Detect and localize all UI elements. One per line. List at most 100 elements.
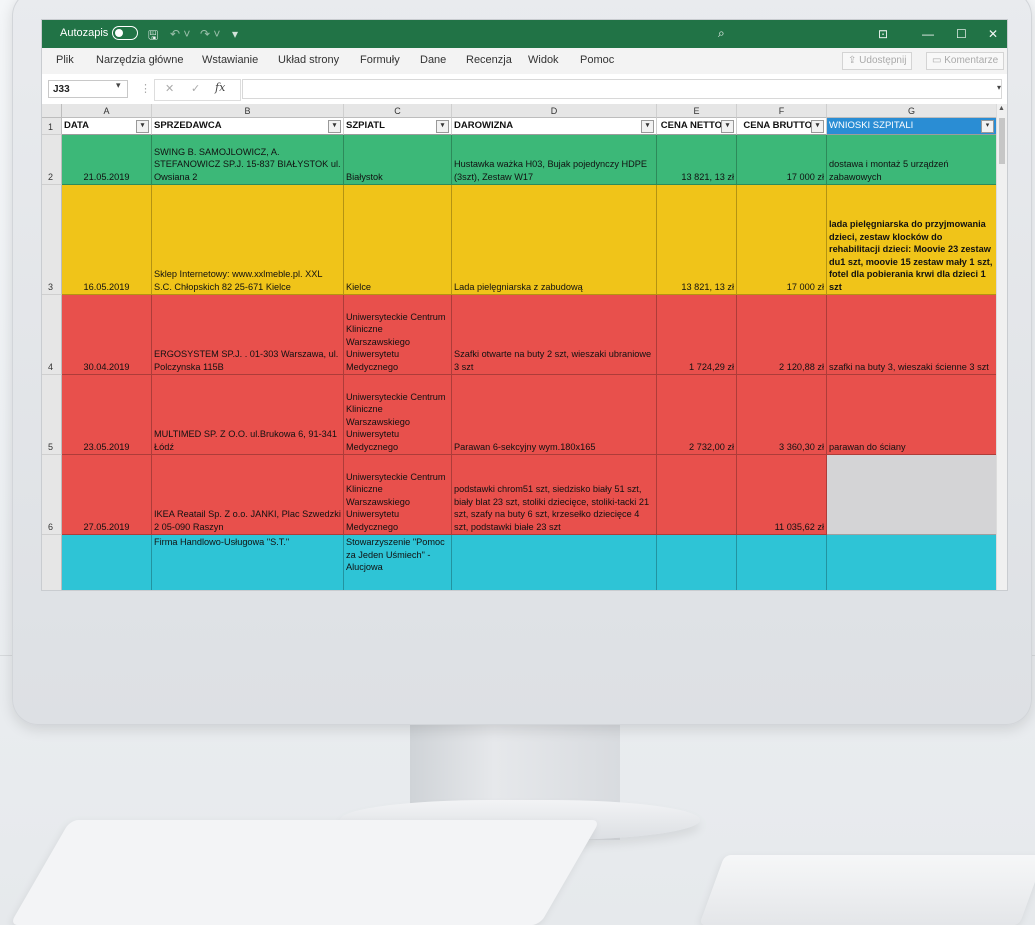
cell-date[interactable]: 23.05.2019: [62, 375, 152, 455]
cell-net-price[interactable]: 2 732,00 zł: [657, 375, 737, 455]
cell-date[interactable]: [62, 535, 152, 590]
cell-seller[interactable]: MULTIMED SP. Z O.O. ul.Brukowa 6, 91-341…: [152, 375, 344, 455]
cell-gross-price[interactable]: 11 035,62 zł: [737, 455, 827, 535]
undo-icon[interactable]: ↶ ˅: [170, 27, 190, 41]
row-header[interactable]: 1: [42, 118, 62, 135]
cell-date[interactable]: 16.05.2019: [62, 185, 152, 295]
cell-date[interactable]: 27.05.2019: [62, 455, 152, 535]
column-header-g[interactable]: G: [827, 104, 997, 118]
expand-formula-icon[interactable]: ▾: [997, 83, 1001, 92]
cell-donation[interactable]: Lada pielęgniarska z zabudową: [452, 185, 657, 295]
cell-gross-price[interactable]: [737, 535, 827, 590]
cell-net-price[interactable]: [657, 535, 737, 590]
header-darowizna[interactable]: DAROWIZNA ▾: [452, 118, 657, 135]
header-wnioski-szpitali[interactable]: WNIOSKI SZPITALI ▾: [827, 118, 997, 135]
cell-donation[interactable]: Szafki otwarte na buty 2 szt, wieszaki u…: [452, 295, 657, 375]
cell-requests[interactable]: [827, 455, 997, 535]
cell-hospital[interactable]: Uniwersyteckie Centrum Kliniczne Warszaw…: [344, 455, 452, 535]
filter-dropdown-icon[interactable]: ▾: [721, 120, 734, 133]
cancel-icon[interactable]: ✕: [165, 82, 174, 95]
minimize-icon[interactable]: —: [922, 27, 934, 41]
column-header-e[interactable]: E: [657, 104, 737, 118]
cell-requests[interactable]: lada pielęgniarska do przyjmowania dziec…: [827, 185, 997, 295]
filter-dropdown-icon[interactable]: ▾: [328, 120, 341, 133]
filter-dropdown-icon[interactable]: ▾: [641, 120, 654, 133]
row-header[interactable]: 5: [42, 375, 62, 455]
cell-donation[interactable]: podstawki chrom51 szt, siedzisko biały 5…: [452, 455, 657, 535]
menu-plik[interactable]: Plik: [56, 54, 74, 66]
cell-gross-price[interactable]: 17 000 zł: [737, 135, 827, 185]
cell-hospital[interactable]: Stowarzyszenie "Pomoc za Jeden Uśmiech" …: [344, 535, 452, 590]
menu-narzedzia-glowne[interactable]: Narzędzia główne: [96, 54, 183, 66]
quick-access-menu-icon[interactable]: ▾: [232, 27, 238, 41]
cell-date[interactable]: 30.04.2019: [62, 295, 152, 375]
cell-requests[interactable]: [827, 535, 997, 590]
menu-pomoc[interactable]: Pomoc: [580, 54, 614, 66]
cell-seller[interactable]: SWING B. SAMOJLOWICZ, A. STEFANOWICZ SP.…: [152, 135, 344, 185]
save-icon[interactable]: 🖫: [148, 26, 158, 47]
formula-input[interactable]: [242, 79, 1002, 99]
cell-net-price[interactable]: 1 724,29 zł: [657, 295, 737, 375]
check-icon[interactable]: ✓: [191, 82, 200, 95]
column-header-c[interactable]: C: [344, 104, 452, 118]
header-szpital[interactable]: SZPIATL ▾: [344, 118, 452, 135]
header-cena-brutto[interactable]: CENA BRUTTO ▾: [737, 118, 827, 135]
menu-widok[interactable]: Widok: [528, 54, 559, 66]
menu-wstawianie[interactable]: Wstawianie: [202, 54, 258, 66]
scroll-thumb[interactable]: [999, 118, 1005, 164]
autosave-toggle[interactable]: [112, 26, 138, 40]
maximize-icon[interactable]: ☐: [956, 27, 967, 41]
row-header[interactable]: 6: [42, 455, 62, 535]
column-header-a[interactable]: A: [62, 104, 152, 118]
header-sprzedawca[interactable]: SPRZEDAWCA ▾: [152, 118, 344, 135]
cell-donation[interactable]: Hustawka ważka H03, Bujak pojedynczy HDP…: [452, 135, 657, 185]
cell-requests[interactable]: parawan do ściany: [827, 375, 997, 455]
close-icon[interactable]: ✕: [988, 27, 998, 41]
header-cena-netto[interactable]: CENA NETTO ▾: [657, 118, 737, 135]
cell-donation[interactable]: Parawan 6-sekcyjny wym.180x165: [452, 375, 657, 455]
cell-requests[interactable]: dostawa i montaż 5 urządzeń zabawowych: [827, 135, 997, 185]
column-header-f[interactable]: F: [737, 104, 827, 118]
insert-function-icon[interactable]: fx: [215, 81, 225, 94]
menu-uklad-strony[interactable]: Układ strony: [278, 54, 339, 66]
cell-gross-price[interactable]: 2 120,88 zł: [737, 295, 827, 375]
cell-donation[interactable]: [452, 535, 657, 590]
ribbon-display-icon[interactable]: ⊡: [878, 27, 888, 41]
filter-dropdown-icon[interactable]: ▾: [136, 120, 149, 133]
row-header[interactable]: 3: [42, 185, 62, 295]
column-header-b[interactable]: B: [152, 104, 344, 118]
search-icon[interactable]: ⌕: [718, 26, 725, 41]
share-button[interactable]: ⇪ Udostępnij: [842, 52, 913, 70]
header-data[interactable]: DATA ▾: [62, 118, 152, 135]
cell-hospital[interactable]: Białystok: [344, 135, 452, 185]
chevron-down-icon[interactable]: ▾: [116, 80, 121, 91]
menu-dane[interactable]: Dane: [420, 54, 446, 66]
column-header-d[interactable]: D: [452, 104, 657, 118]
cell-hospital[interactable]: Uniwersyteckie Centrum Kliniczne Warszaw…: [344, 295, 452, 375]
row-header[interactable]: 7: [42, 535, 62, 590]
filter-dropdown-icon[interactable]: ▾: [436, 120, 449, 133]
cell-hospital[interactable]: Uniwersyteckie Centrum Kliniczne Warszaw…: [344, 375, 452, 455]
cell-net-price[interactable]: 13 821, 13 zł: [657, 135, 737, 185]
vertical-scrollbar[interactable]: ▲: [996, 104, 1007, 590]
cell-gross-price[interactable]: 17 000 zł: [737, 185, 827, 295]
cell-hospital[interactable]: Kielce: [344, 185, 452, 295]
menu-formuly[interactable]: Formuły: [360, 54, 400, 66]
menu-recenzja[interactable]: Recenzja: [466, 54, 512, 66]
filter-dropdown-icon[interactable]: ▾: [981, 120, 994, 133]
row-header[interactable]: 4: [42, 295, 62, 375]
cell-seller[interactable]: Firma Handlowo-Usługowa "S.T.": [152, 535, 344, 590]
comments-button[interactable]: ▭ Komentarze: [926, 52, 1005, 70]
scroll-up-icon[interactable]: ▲: [998, 105, 1005, 112]
row-header[interactable]: 2: [42, 135, 62, 185]
cell-requests[interactable]: szafki na buty 3, wieszaki ścienne 3 szt: [827, 295, 997, 375]
cell-net-price[interactable]: 13 821, 13 zł: [657, 185, 737, 295]
cell-seller[interactable]: Sklep Internetowy: www.xxlmeble.pl. XXL …: [152, 185, 344, 295]
redo-icon[interactable]: ↷ ˅: [200, 27, 220, 41]
cell-net-price[interactable]: [657, 455, 737, 535]
cell-date[interactable]: 21.05.2019: [62, 135, 152, 185]
cell-seller[interactable]: ERGOSYSTEM SP.J. . 01-303 Warszawa, ul. …: [152, 295, 344, 375]
select-all-corner[interactable]: [42, 104, 62, 118]
cell-gross-price[interactable]: 3 360,30 zł: [737, 375, 827, 455]
cell-seller[interactable]: IKEA Reatail Sp. Z o.o. JANKI, Plac Szwe…: [152, 455, 344, 535]
